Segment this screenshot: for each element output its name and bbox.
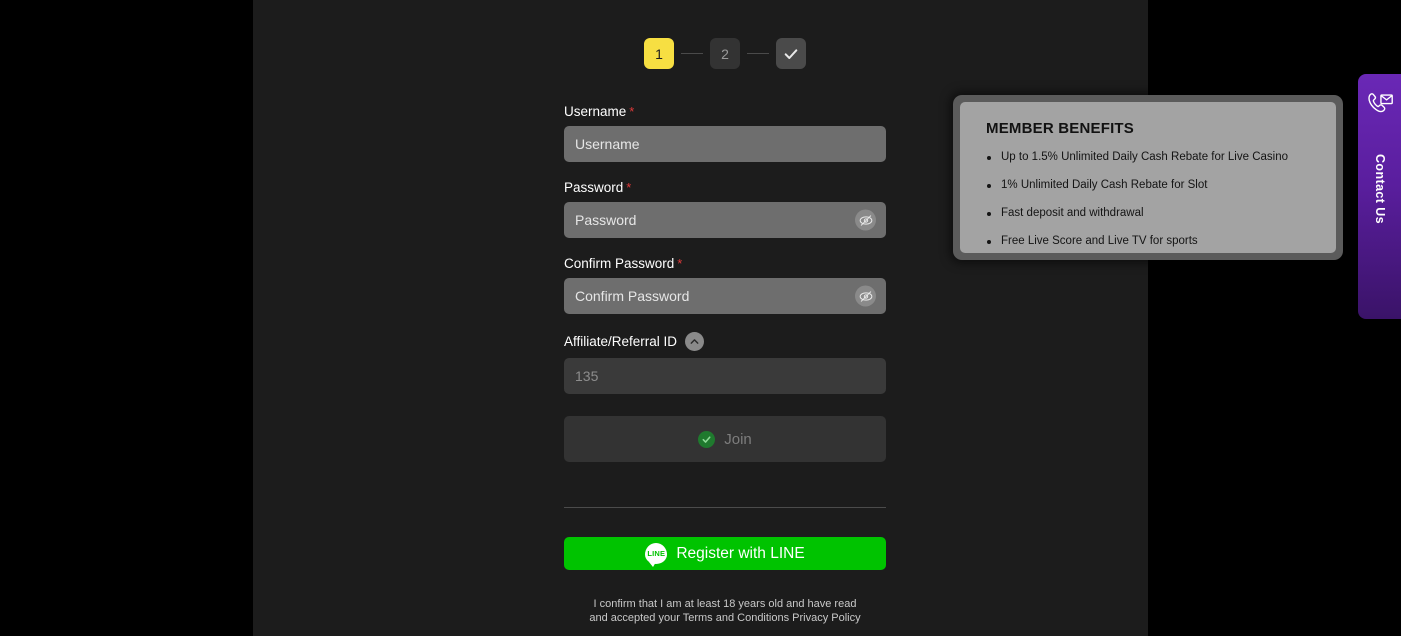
step-2-label: 2 bbox=[721, 45, 729, 62]
step-1[interactable]: 1 bbox=[644, 38, 674, 69]
step-3-complete[interactable] bbox=[776, 38, 806, 69]
join-button-label: Join bbox=[724, 430, 752, 448]
line-icon-text: LINE bbox=[647, 548, 666, 558]
username-label: Username bbox=[564, 104, 627, 119]
list-item: 1% Unlimited Daily Cash Rebate for Slot bbox=[986, 179, 1314, 191]
confirm-password-label: Confirm Password bbox=[564, 256, 675, 271]
confirm-password-field-wrap bbox=[564, 278, 886, 314]
affiliate-input[interactable] bbox=[564, 358, 886, 394]
contact-us-tab[interactable]: Contact Us bbox=[1358, 74, 1401, 319]
affiliate-field-wrap bbox=[564, 358, 886, 394]
password-input[interactable] bbox=[564, 202, 886, 238]
content-area: 1 2 Username * Username Password * Passw… bbox=[253, 0, 1343, 636]
eye-off-icon bbox=[859, 290, 872, 302]
step-connector-1 bbox=[681, 53, 703, 54]
username-field-wrap bbox=[564, 126, 886, 162]
section-divider bbox=[564, 507, 886, 508]
green-check-icon bbox=[698, 430, 716, 448]
register-with-line-label: Register with LINE bbox=[676, 544, 805, 562]
contact-us-label: Contact Us bbox=[1372, 154, 1387, 224]
registration-form: Username * Password * bbox=[564, 104, 886, 625]
list-item: Free Live Score and Live TV for sports bbox=[986, 235, 1314, 247]
list-item: Up to 1.5% Unlimited Daily Cash Rebate f… bbox=[986, 151, 1314, 163]
list-item: Fast deposit and withdrawal bbox=[986, 207, 1314, 219]
password-label: Password bbox=[564, 180, 624, 195]
affiliate-label: Affiliate/Referral ID bbox=[564, 334, 678, 349]
member-benefits-frame: MEMBER BENEFITS Up to 1.5% Unlimited Dai… bbox=[953, 95, 1343, 260]
page-root: 1 2 Username * Username Password * Passw… bbox=[0, 0, 1401, 636]
password-label-row: Password * bbox=[564, 180, 886, 195]
chevron-up-icon bbox=[690, 339, 699, 344]
legal-line-1: I confirm that I am at least 18 years ol… bbox=[593, 598, 857, 610]
username-label-row: Username * bbox=[564, 104, 886, 119]
step-connector-2 bbox=[747, 53, 769, 54]
password-field-wrap bbox=[564, 202, 886, 238]
affiliate-collapse-toggle[interactable] bbox=[685, 332, 705, 351]
eye-off-icon bbox=[859, 214, 872, 226]
member-benefits-title: MEMBER BENEFITS bbox=[986, 120, 1135, 137]
confirm-password-input[interactable] bbox=[564, 278, 886, 314]
legal-line-2: and accepted your Terms and Conditions P… bbox=[589, 612, 861, 625]
confirm-password-visibility-toggle[interactable] bbox=[855, 285, 876, 307]
join-button[interactable]: Join bbox=[564, 416, 886, 462]
password-required-star: * bbox=[626, 180, 632, 195]
username-input[interactable] bbox=[564, 126, 886, 162]
affiliate-label-row: Affiliate/Referral ID bbox=[564, 332, 886, 351]
register-with-line-button[interactable]: LINE Register with LINE bbox=[564, 537, 886, 570]
confirm-password-required-star: * bbox=[677, 256, 683, 271]
step-2[interactable]: 2 bbox=[710, 38, 740, 69]
registration-stepper: 1 2 bbox=[564, 38, 886, 69]
step-1-label: 1 bbox=[655, 45, 663, 62]
check-icon bbox=[784, 48, 798, 59]
legal-disclaimer: I confirm that I am at least 18 years ol… bbox=[564, 597, 886, 625]
username-required-star: * bbox=[629, 104, 635, 119]
line-icon: LINE bbox=[645, 543, 668, 567]
password-visibility-toggle[interactable] bbox=[855, 209, 876, 231]
phone-envelope-icon bbox=[1367, 93, 1393, 113]
member-benefits-panel: MEMBER BENEFITS Up to 1.5% Unlimited Dai… bbox=[960, 102, 1336, 253]
confirm-password-label-row: Confirm Password * bbox=[564, 256, 886, 271]
member-benefits-list: Up to 1.5% Unlimited Daily Cash Rebate f… bbox=[986, 151, 1314, 247]
